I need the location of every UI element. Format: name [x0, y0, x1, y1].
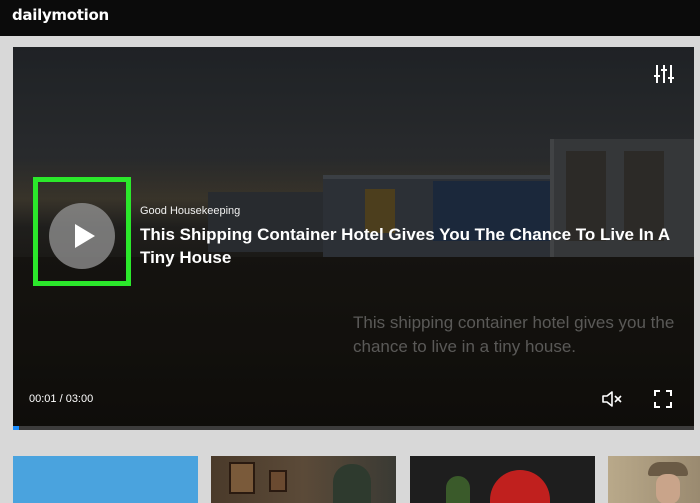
- progress-bar[interactable]: [13, 426, 694, 430]
- burned-in-caption: This shipping container hotel gives you …: [353, 313, 675, 356]
- top-navigation-bar: dailymotion: [0, 0, 700, 36]
- video-title[interactable]: This Shipping Container Hotel Gives You …: [140, 223, 680, 269]
- settings-sliders-icon[interactable]: [653, 63, 675, 85]
- play-button[interactable]: [49, 203, 115, 269]
- time-display: 00:01 / 03:00: [29, 393, 94, 405]
- volume-muted-icon[interactable]: [601, 390, 623, 408]
- progress-bar-fill: [13, 426, 19, 430]
- play-icon: [75, 224, 95, 248]
- fullscreen-icon[interactable]: [654, 390, 672, 408]
- dailymotion-logo[interactable]: dailymotion: [12, 6, 109, 24]
- recommended-video-thumbnail[interactable]: [13, 456, 198, 503]
- video-player[interactable]: This shipping container hotel gives you …: [13, 47, 694, 430]
- recommended-video-thumbnail[interactable]: [410, 456, 595, 503]
- recommended-video-thumbnail[interactable]: [608, 456, 700, 503]
- recommended-video-thumbnail[interactable]: [211, 456, 396, 503]
- video-source[interactable]: Good Housekeeping: [140, 205, 240, 217]
